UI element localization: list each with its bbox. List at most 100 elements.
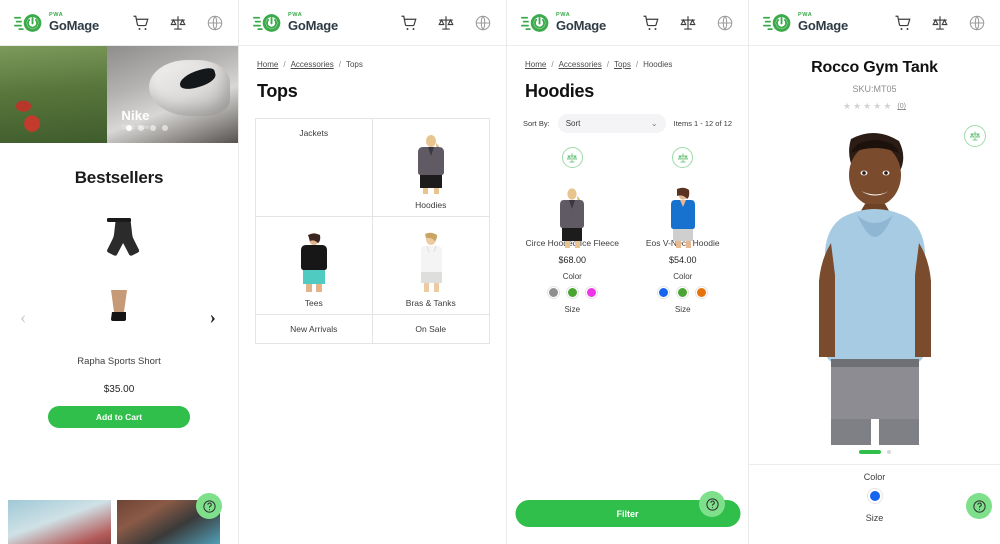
sort-by-label: Sort By: xyxy=(523,119,550,128)
color-swatches xyxy=(657,286,709,300)
bestsellers-heading: Bestsellers xyxy=(74,168,164,187)
category-link-on-sale[interactable]: On Sale xyxy=(373,315,490,343)
panel-product-detail: PWA GoMage Rocco Gym Tank SKU:MT05 ★ ★ ★… xyxy=(748,0,1000,544)
breadcrumb-separator: / xyxy=(606,60,609,69)
carousel-dot[interactable] xyxy=(126,125,133,131)
page-title: Hoodies xyxy=(525,81,594,101)
logo-name: GoMage xyxy=(798,18,849,34)
items-count-label: Items 1 - 12 of 12 xyxy=(673,119,732,128)
gallery-indicator-active[interactable] xyxy=(858,450,881,454)
category-link-new-arrivals[interactable]: New Arrivals xyxy=(256,315,373,343)
hero-carousel-dots[interactable] xyxy=(126,125,169,131)
breadcrumb-item-tops[interactable]: Tops xyxy=(614,60,631,69)
gomage-logo[interactable]: PWA GoMage xyxy=(521,12,606,34)
category-label: Tees xyxy=(304,298,323,308)
gomage-logo[interactable]: PWA GoMage xyxy=(763,12,848,34)
gomage-logo[interactable]: PWA GoMage xyxy=(14,12,99,34)
screenshot-root: PWA GoMage Nike Shop Now Bestsellers ‹ ›… xyxy=(0,0,1000,544)
color-swatch[interactable] xyxy=(565,286,579,300)
color-option-label: Color xyxy=(562,272,582,282)
compare-icon[interactable] xyxy=(672,147,694,168)
product-card[interactable]: Eos V-Neck Hoodie $54.00 Color Size xyxy=(628,147,739,314)
color-swatch[interactable] xyxy=(584,286,598,300)
category-tile-jackets[interactable]: Jackets xyxy=(256,119,373,217)
review-count[interactable]: (0) xyxy=(897,103,906,110)
breadcrumb: Home / Accessories / Tops / Hoodies xyxy=(507,46,748,69)
carousel-next-icon[interactable]: › xyxy=(210,308,216,327)
cart-icon[interactable] xyxy=(132,14,150,32)
breadcrumb-item-accessories[interactable]: Accessories xyxy=(559,60,602,69)
carousel-prev-icon[interactable]: ‹ xyxy=(20,308,26,327)
breadcrumb-separator: / xyxy=(283,60,286,69)
hero-image-left xyxy=(0,46,108,143)
hero-banner[interactable]: Nike Shop Now xyxy=(0,46,238,143)
compare-icon[interactable] xyxy=(679,14,697,32)
add-to-cart-button[interactable]: Add to Cart xyxy=(48,406,190,428)
category-tile-hoodies[interactable]: Hoodies xyxy=(372,119,489,217)
size-option-label: Size xyxy=(674,305,691,315)
carousel-dot[interactable] xyxy=(162,125,169,131)
breadcrumb-item-home[interactable]: Home xyxy=(525,60,546,69)
panel-tops: PWA GoMage Home / Accessories / Tops Top… xyxy=(238,0,506,544)
product-title: Rocco Gym Tank xyxy=(811,59,938,76)
globe-icon[interactable] xyxy=(968,14,986,32)
product-price: $54.00 xyxy=(668,255,697,266)
compare-icon[interactable] xyxy=(437,14,455,32)
gallery-pagination[interactable] xyxy=(749,450,1000,454)
logo-name: GoMage xyxy=(288,18,339,34)
help-fab[interactable] xyxy=(699,491,725,517)
breadcrumb-separator: / xyxy=(551,60,554,69)
globe-icon[interactable] xyxy=(474,14,492,32)
breadcrumb-item-accessories[interactable]: Accessories xyxy=(291,60,334,69)
gomage-logo-icon xyxy=(521,12,551,34)
gomage-logo-icon xyxy=(14,12,44,34)
help-fab[interactable] xyxy=(966,493,992,519)
sort-select[interactable]: Sort ⌄ xyxy=(557,114,666,133)
size-option-label: Size xyxy=(865,513,884,523)
gallery-indicator[interactable] xyxy=(886,450,891,454)
gomage-logo-icon xyxy=(253,12,283,34)
globe-icon[interactable] xyxy=(716,14,734,32)
page-title: Tops xyxy=(257,81,298,101)
cart-icon[interactable] xyxy=(400,14,418,32)
category-image-tees xyxy=(300,233,327,292)
help-fab[interactable] xyxy=(196,493,222,519)
category-image-hoodies xyxy=(417,135,444,194)
rating: ★ ★ ★ ★ ★ (0) xyxy=(749,101,1000,112)
cart-icon[interactable] xyxy=(894,14,912,32)
star-icon: ★ xyxy=(883,101,892,111)
carousel-dot[interactable] xyxy=(138,125,145,131)
breadcrumb: Home / Accessories / Tops xyxy=(239,46,506,69)
cart-icon[interactable] xyxy=(642,14,660,32)
color-swatch[interactable] xyxy=(546,286,560,300)
color-swatch[interactable] xyxy=(657,286,671,300)
sort-toolbar: Sort By: Sort ⌄ Items 1 - 12 of 12 xyxy=(507,102,748,133)
category-tile-bras-tanks[interactable]: Bras & Tanks xyxy=(372,217,489,315)
product-price: $35.00 xyxy=(103,384,135,395)
compare-icon[interactable] xyxy=(931,14,949,32)
breadcrumb-item-home[interactable]: Home xyxy=(257,60,278,69)
carousel-dot[interactable] xyxy=(150,125,157,131)
star-icon: ★ xyxy=(863,101,872,111)
breadcrumb-item-current: Hoodies xyxy=(643,60,673,69)
thumbnail-image[interactable] xyxy=(8,500,111,544)
compare-icon[interactable] xyxy=(561,147,583,168)
product-options: Color Size xyxy=(749,472,1000,523)
footer-thumbnails xyxy=(8,500,220,544)
product-name: Rapha Sports Short xyxy=(77,356,161,367)
header-icons xyxy=(642,14,734,32)
product-gallery[interactable] xyxy=(749,125,1000,445)
logo-name: GoMage xyxy=(556,18,607,34)
compare-icon[interactable] xyxy=(169,14,187,32)
color-swatch[interactable] xyxy=(695,286,709,300)
color-option-label: Color xyxy=(863,472,886,482)
category-label: Jackets xyxy=(299,128,329,138)
product-image xyxy=(670,187,695,248)
color-swatch[interactable] xyxy=(866,488,883,504)
product-card[interactable]: Circe Hooded Ice Fleece $68.00 Color Siz… xyxy=(517,147,628,314)
globe-icon[interactable] xyxy=(206,14,224,32)
color-swatch[interactable] xyxy=(676,286,690,300)
gomage-logo[interactable]: PWA GoMage xyxy=(253,12,338,34)
help-icon xyxy=(202,499,216,513)
category-tile-tees[interactable]: Tees xyxy=(256,217,373,315)
